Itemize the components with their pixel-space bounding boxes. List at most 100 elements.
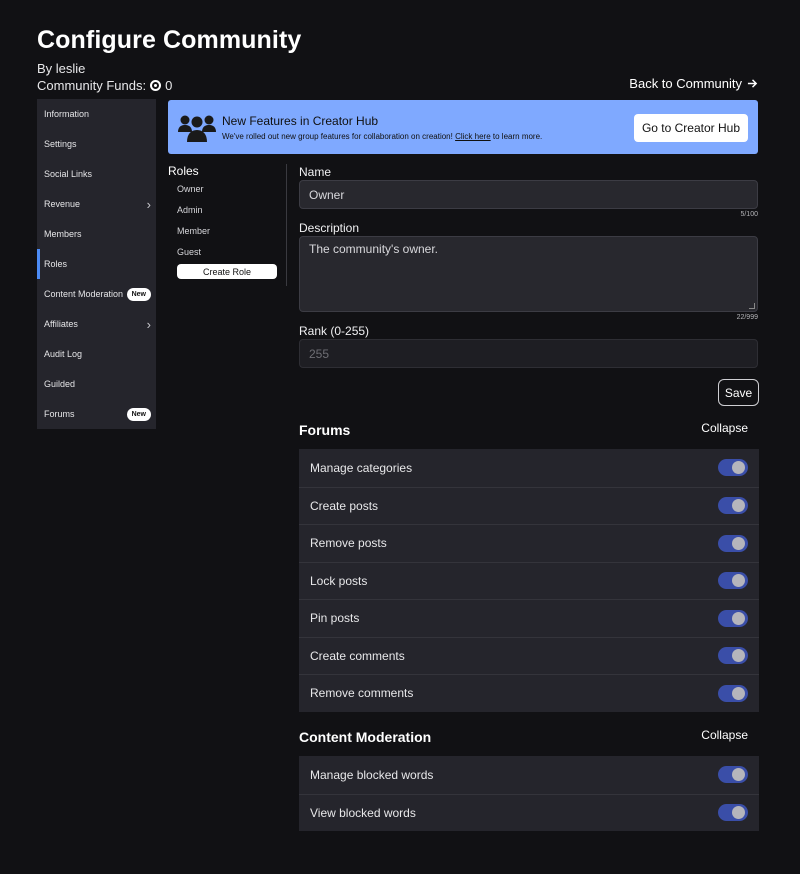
- name-char-count: 5/100: [740, 211, 758, 218]
- owner-byline: By leslie: [37, 61, 86, 76]
- toggle-knob: [732, 499, 745, 513]
- role-item-admin[interactable]: Admin: [177, 199, 286, 220]
- permission-row: Remove posts: [299, 524, 759, 562]
- name-label: Name: [299, 165, 332, 179]
- description-label: Description: [299, 221, 360, 235]
- description-char-count: 22/999: [736, 314, 758, 321]
- sidebar-item-settings[interactable]: Settings: [37, 129, 156, 159]
- permission-label: Create comments: [310, 648, 405, 663]
- permission-row: Manage categories: [299, 449, 759, 487]
- permission-toggle[interactable]: [718, 684, 748, 702]
- banner-title: New Features in Creator Hub: [222, 113, 379, 128]
- toggle-knob: [732, 536, 745, 550]
- banner-text-before: We've rolled out new group features for …: [222, 131, 453, 141]
- content-moderation-permissions: Manage blocked words View blocked words: [299, 756, 759, 831]
- sidebar-item-label: Guilded: [44, 379, 76, 389]
- sidebar-item-social-links[interactable]: Social Links: [37, 159, 156, 189]
- sidebar-item-label: Roles: [44, 259, 68, 269]
- content-moderation-section-title: Content Moderation: [299, 729, 432, 745]
- sidebar-item-content-moderation[interactable]: Content Moderation New: [37, 279, 156, 309]
- permission-row: View blocked words: [299, 793, 759, 832]
- name-field[interactable]: Owner: [299, 180, 758, 209]
- permission-toggle[interactable]: [718, 572, 748, 590]
- banner-text-after: to learn more.: [492, 131, 543, 141]
- sidebar-item-label: Content Moderation: [44, 289, 124, 299]
- sidebar-item-revenue[interactable]: Revenue ›: [37, 189, 156, 219]
- resize-handle[interactable]: [749, 303, 755, 309]
- permission-toggle[interactable]: [718, 766, 748, 784]
- save-button[interactable]: Save: [718, 379, 759, 406]
- sidebar-item-label: Information: [44, 109, 90, 119]
- toggle-knob: [732, 649, 745, 663]
- sidebar-item-roles[interactable]: Roles: [37, 249, 156, 279]
- new-badge: New: [126, 287, 151, 301]
- toggle-knob: [732, 574, 745, 588]
- permission-row: Create comments: [299, 636, 759, 675]
- go-to-creator-hub-button[interactable]: Go to Creator Hub: [633, 114, 748, 142]
- permission-label: Remove comments: [310, 686, 414, 701]
- sidebar-item-label: Affiliates: [44, 319, 78, 329]
- permission-toggle[interactable]: [718, 534, 748, 552]
- permission-row: Pin posts: [299, 599, 759, 637]
- description-value: The community's owner.: [309, 242, 439, 256]
- robux-icon: [150, 80, 162, 91]
- rank-field[interactable]: 255: [299, 339, 758, 368]
- arrow-right-icon: [747, 79, 758, 88]
- sidebar-item-information[interactable]: Information: [37, 99, 156, 129]
- permission-toggle[interactable]: [718, 647, 748, 665]
- permission-label: View blocked words: [310, 805, 416, 820]
- sidebar-item-label: Members: [44, 229, 82, 239]
- new-badge: New: [126, 407, 151, 421]
- rank-label: Rank (0-255): [299, 324, 370, 338]
- sidebar-item-members[interactable]: Members: [37, 219, 156, 249]
- permission-toggle[interactable]: [718, 609, 748, 627]
- toggle-knob: [732, 461, 745, 475]
- sidebar-item-label: Settings: [44, 139, 77, 149]
- permission-toggle[interactable]: [718, 497, 748, 515]
- permission-toggle[interactable]: [718, 459, 748, 477]
- funds-label: Community Funds:: [37, 78, 147, 93]
- sidebar-item-guilded[interactable]: Guilded: [37, 369, 156, 399]
- toggle-knob: [732, 768, 745, 782]
- sidebar-item-label: Forums: [44, 409, 75, 419]
- sidebar-item-affiliates[interactable]: Affiliates ›: [37, 309, 156, 339]
- settings-sidebar: Information Settings Social Links Revenu…: [37, 99, 156, 429]
- permission-label: Pin posts: [310, 611, 360, 626]
- forums-section-title: Forums: [299, 422, 351, 438]
- permission-row: Lock posts: [299, 561, 759, 600]
- permission-row: Manage blocked words: [299, 756, 759, 794]
- sidebar-item-label: Social Links: [44, 169, 93, 179]
- permission-label: Manage categories: [310, 460, 413, 475]
- toggle-knob: [732, 686, 745, 700]
- description-field[interactable]: The community's owner.: [299, 236, 758, 312]
- funds-value: 0: [165, 78, 173, 93]
- sidebar-item-audit-log[interactable]: Audit Log: [37, 339, 156, 369]
- role-item-guest[interactable]: Guest: [177, 241, 286, 262]
- sidebar-item-label: Revenue: [44, 199, 81, 209]
- sidebar-item-label: Audit Log: [44, 349, 83, 359]
- back-link-label: Back to Community: [629, 76, 742, 91]
- group-icon: [178, 115, 216, 142]
- content-moderation-collapse-button[interactable]: Collapse: [701, 728, 748, 742]
- back-to-community-link[interactable]: Back to Community: [629, 76, 758, 91]
- permission-label: Lock posts: [310, 573, 368, 588]
- permission-label: Create posts: [310, 498, 379, 513]
- forums-permissions: Manage categories Create posts Remove po…: [299, 449, 759, 712]
- chevron-right-icon: ›: [146, 196, 151, 212]
- roles-list: Roles Owner Admin Member Guest Create Ro…: [168, 164, 287, 286]
- forums-collapse-button[interactable]: Collapse: [701, 421, 748, 435]
- chevron-right-icon: ›: [146, 316, 151, 332]
- role-item-owner[interactable]: Owner: [177, 178, 286, 199]
- permission-label: Remove posts: [310, 536, 387, 551]
- permission-label: Manage blocked words: [310, 767, 434, 782]
- permission-row: Remove comments: [299, 674, 759, 712]
- create-role-button[interactable]: Create Role: [177, 264, 277, 279]
- toggle-knob: [732, 611, 745, 625]
- banner-click-here-link[interactable]: Click here: [455, 132, 491, 141]
- role-item-member[interactable]: Member: [177, 220, 286, 241]
- community-funds: Community Funds: 0: [37, 78, 172, 93]
- sidebar-item-forums[interactable]: Forums New: [37, 399, 156, 429]
- page-title: Configure Community: [37, 26, 302, 54]
- permission-toggle[interactable]: [718, 804, 748, 822]
- permission-row: Create posts: [299, 486, 759, 525]
